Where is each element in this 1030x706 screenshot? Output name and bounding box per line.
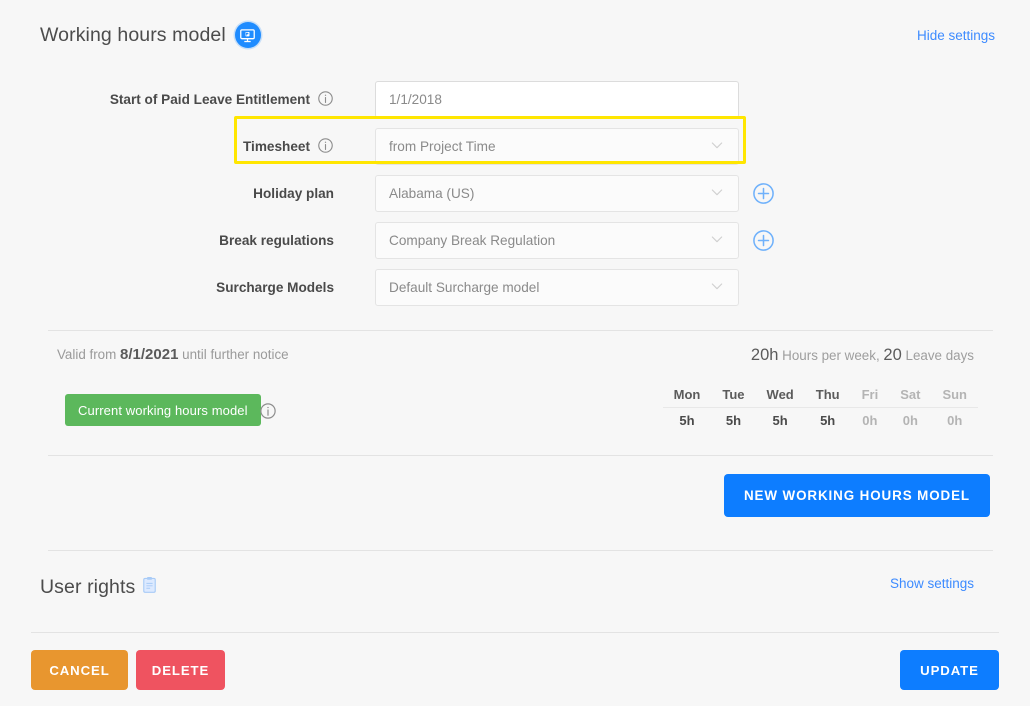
weekday-hours-wed: 5h (756, 408, 805, 434)
weekday-hours-fri: 0h (851, 408, 890, 434)
timesheet-select-value: from Project Time (389, 139, 496, 154)
label-timesheet: Timesheet (243, 139, 310, 154)
hide-settings-link[interactable]: Hide settings (917, 28, 995, 43)
validity-date: 8/1/2021 (120, 346, 178, 363)
leave-days-value: 20 (883, 346, 901, 364)
weekday-header-sun: Sun (931, 382, 978, 408)
field-label-group: Timesheet (0, 137, 334, 157)
chevron-down-icon (709, 184, 725, 203)
info-icon[interactable] (317, 90, 334, 110)
monitor-presentation-icon (235, 22, 261, 48)
weekday-header-wed: Wed (756, 382, 805, 408)
weekday-header-tue: Tue (711, 382, 755, 408)
field-wrapper: Default Surcharge model (375, 269, 739, 306)
chevron-down-icon (709, 278, 725, 297)
weekday-header-sat: Sat (889, 382, 931, 408)
field-wrapper: Alabama (US) (375, 175, 739, 212)
delete-button[interactable]: DELETE (136, 650, 225, 690)
timesheet-select[interactable]: from Project Time (375, 128, 739, 165)
hours-per-week-label: Hours per week, (782, 348, 880, 363)
info-icon[interactable] (317, 137, 334, 157)
surcharge-models-select[interactable]: Default Surcharge model (375, 269, 739, 306)
chevron-down-icon (709, 231, 725, 250)
weekday-header-mon: Mon (663, 382, 712, 408)
form-row-start-of-paid-leave: Start of Paid Leave Entitlement (0, 76, 1030, 123)
form-row-holiday-plan: Holiday plan Alabama (US) (0, 170, 1030, 217)
divider-above-user-rights (48, 550, 993, 551)
form-row-break-regulations: Break regulations Company Break Regulati… (0, 217, 1030, 264)
field-label-group: Start of Paid Leave Entitlement (0, 90, 334, 110)
field-wrapper: Company Break Regulation (375, 222, 739, 259)
weekday-hours-tue: 5h (711, 408, 755, 434)
weekday-header-thu: Thu (805, 382, 851, 408)
cancel-button[interactable]: CANCEL (31, 650, 128, 690)
label-start-of-paid-leave: Start of Paid Leave Entitlement (110, 92, 310, 107)
validity-prefix: Valid from (57, 347, 116, 362)
surcharge-models-select-value: Default Surcharge model (389, 280, 539, 295)
form-row-timesheet: Timesheet from Project Time (0, 123, 1030, 170)
weekly-hours-table: Mon Tue Wed Thu Fri Sat Sun 5h 5h 5h 5h … (663, 382, 978, 433)
weekday-header-fri: Fri (851, 382, 890, 408)
field-wrapper (375, 81, 739, 118)
label-holiday-plan: Holiday plan (253, 186, 334, 201)
weekday-hours-sat: 0h (889, 408, 931, 434)
page-title: Working hours model (40, 24, 226, 47)
add-holiday-plan-button[interactable] (752, 182, 775, 205)
update-button[interactable]: UPDATE (900, 650, 999, 690)
label-break-regulations: Break regulations (219, 233, 334, 248)
field-wrapper: from Project Time (375, 128, 739, 165)
divider-above-validity (48, 330, 993, 331)
holiday-plan-select-value: Alabama (US) (389, 186, 474, 201)
new-working-hours-model-button[interactable]: NEW WORKING HOURS MODEL (724, 474, 990, 517)
show-settings-link[interactable]: Show settings (890, 576, 974, 591)
divider-above-footer (31, 632, 999, 633)
working-hours-section-header: Working hours model Hide settings (40, 22, 995, 48)
chevron-down-icon (709, 137, 725, 156)
weekday-values-row: 5h 5h 5h 5h 0h 0h 0h (663, 408, 978, 434)
field-label-group: Break regulations (0, 233, 334, 248)
hours-per-week-value: 20h (751, 346, 779, 364)
clipboard-icon (142, 576, 157, 599)
label-surcharge-models: Surcharge Models (216, 280, 334, 295)
leave-days-label: Leave days (906, 348, 975, 363)
divider-below-model (48, 455, 993, 456)
field-label-group: Holiday plan (0, 186, 334, 201)
field-label-group: Surcharge Models (0, 280, 334, 295)
holiday-plan-select[interactable]: Alabama (US) (375, 175, 739, 212)
hours-summary: 20h Hours per week, 20 Leave days (751, 346, 974, 365)
weekday-hours-sun: 0h (931, 408, 978, 434)
info-icon[interactable] (259, 402, 277, 425)
user-rights-title: User rights (40, 576, 135, 599)
add-break-regulation-button[interactable] (752, 229, 775, 252)
break-regulations-select[interactable]: Company Break Regulation (375, 222, 739, 259)
validity-suffix: until further notice (182, 347, 288, 362)
validity-text: Valid from 8/1/2021 until further notice (57, 346, 289, 363)
start-of-paid-leave-input[interactable] (375, 81, 739, 118)
working-hours-model-page: Working hours model Hide settings Start … (0, 0, 1030, 706)
weekday-hours-thu: 5h (805, 408, 851, 434)
weekday-header-row: Mon Tue Wed Thu Fri Sat Sun (663, 382, 978, 408)
working-hours-form: Start of Paid Leave Entitlement Timeshee… (0, 76, 1030, 311)
user-rights-section-header: User rights (40, 576, 157, 599)
form-row-surcharge-models: Surcharge Models Default Surcharge model (0, 264, 1030, 311)
current-working-hours-model-badge[interactable]: Current working hours model (65, 394, 261, 426)
break-regulations-select-value: Company Break Regulation (389, 233, 555, 248)
header-title-group: Working hours model (40, 22, 261, 48)
weekday-hours-mon: 5h (663, 408, 712, 434)
